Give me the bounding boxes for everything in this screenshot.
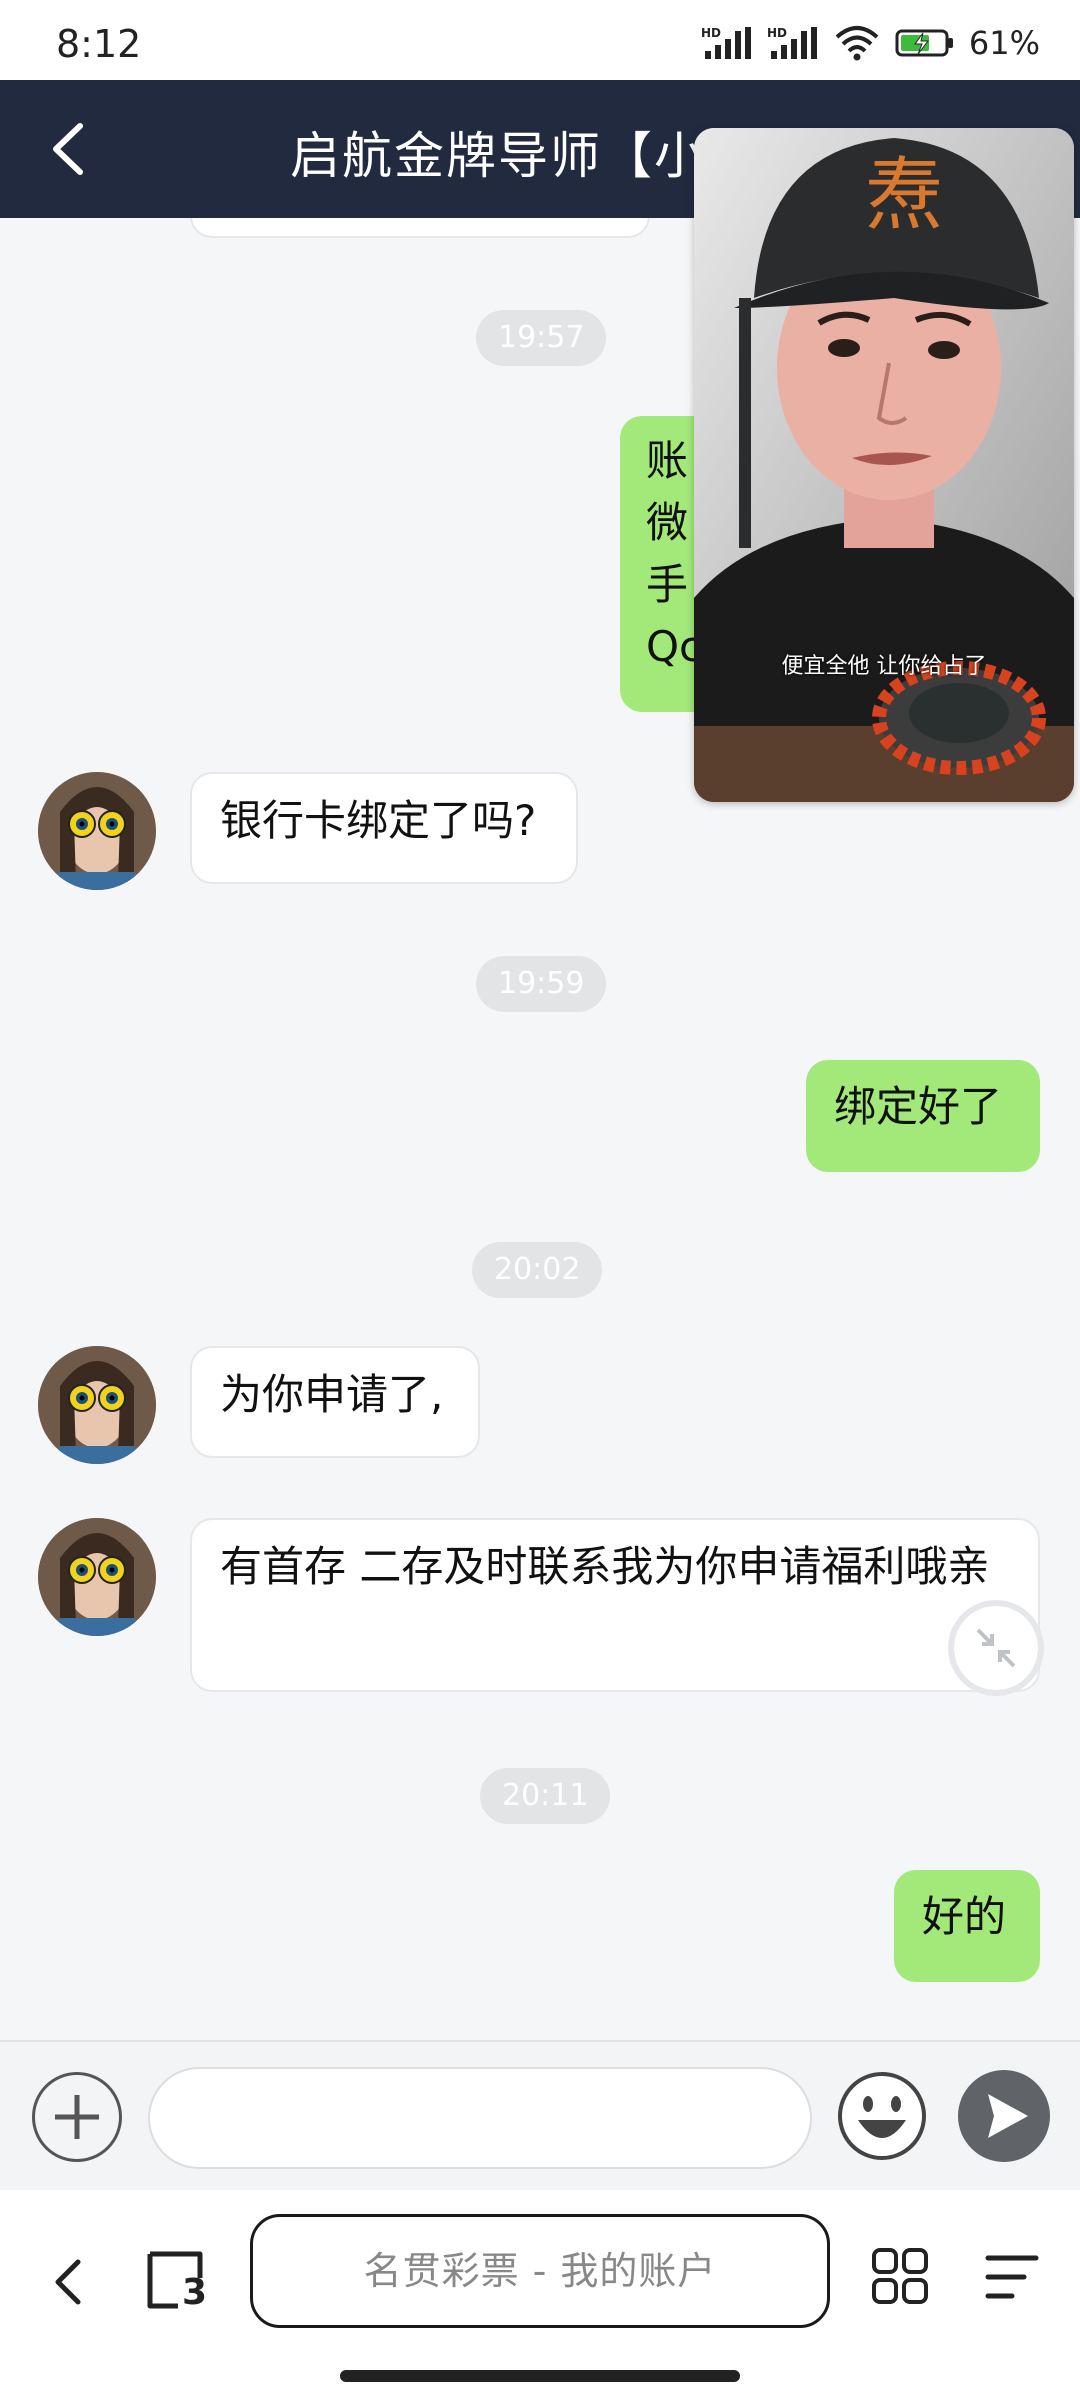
avatar-image: [38, 1346, 156, 1464]
emoji-icon[interactable]: [836, 2070, 928, 2162]
hamburger-menu-icon[interactable]: [984, 2252, 1040, 2302]
timestamp: 19:59: [476, 956, 607, 1012]
avatar[interactable]: [38, 1346, 156, 1464]
status-bar: 8:12 HD HD 61%: [0, 0, 1080, 80]
incoming-message-bubble[interactable]: 银行卡绑定了吗?: [190, 772, 578, 884]
status-icons: HD HD 61%: [701, 24, 1040, 62]
avatar-image: [38, 1518, 156, 1636]
timestamp: 20:11: [480, 1768, 611, 1824]
timestamp: 19:57: [476, 310, 607, 366]
collapse-button[interactable]: [948, 1600, 1044, 1696]
timestamp: 20:02: [472, 1242, 603, 1298]
previous-message-bubble: [190, 218, 650, 238]
address-bar[interactable]: 名贯彩票 - 我的账户: [250, 2214, 830, 2328]
home-indicator[interactable]: [340, 2370, 740, 2382]
incoming-message-bubble[interactable]: 为你申请了,: [190, 1346, 480, 1458]
cap-logo: 焘: [864, 149, 944, 242]
avatar-image: [38, 772, 156, 890]
send-icon: [988, 2094, 1028, 2138]
video-caption: 便宜全他 让你给占了: [781, 654, 987, 679]
incoming-message-bubble[interactable]: 有首存 二存及时联系我为你申请福利哦亲: [190, 1518, 1040, 1692]
tabs-button[interactable]: 3: [144, 2248, 208, 2313]
attach-button[interactable]: [32, 2072, 122, 2162]
message-input-bar: [0, 2040, 1080, 2190]
browser-toolbar: 3 名贯彩票 - 我的账户: [0, 2190, 1080, 2400]
plus-icon: [55, 2095, 99, 2139]
send-button[interactable]: [958, 2070, 1050, 2162]
avatar[interactable]: [38, 1518, 156, 1636]
video-frame: 焘: [694, 128, 1074, 802]
outgoing-message-bubble[interactable]: 绑定好了: [806, 1060, 1040, 1172]
message-input[interactable]: [148, 2067, 812, 2169]
battery-charging-icon: [895, 29, 953, 57]
hd-signal-icon: HD: [701, 26, 751, 59]
grid-menu-icon[interactable]: [870, 2246, 930, 2306]
status-time: 8:12: [56, 22, 142, 66]
back-arrow-icon[interactable]: [40, 116, 100, 182]
collapse-arrows-icon: [976, 1628, 1016, 1668]
browser-back-icon[interactable]: [44, 2252, 94, 2312]
chat-title: 启航金牌导师【小: [290, 127, 706, 185]
floating-video-window[interactable]: 焘 便宜全他 让你给占了: [694, 128, 1074, 802]
tab-count: 3: [182, 2272, 208, 2313]
battery-percent: 61%: [968, 24, 1040, 62]
svg-text:HD: HD: [701, 26, 721, 40]
wifi-icon: [835, 26, 879, 61]
outgoing-message-bubble[interactable]: 好的: [894, 1870, 1040, 1982]
hd-signal-icon: HD: [767, 26, 817, 59]
avatar[interactable]: [38, 772, 156, 890]
svg-text:HD: HD: [767, 26, 787, 40]
